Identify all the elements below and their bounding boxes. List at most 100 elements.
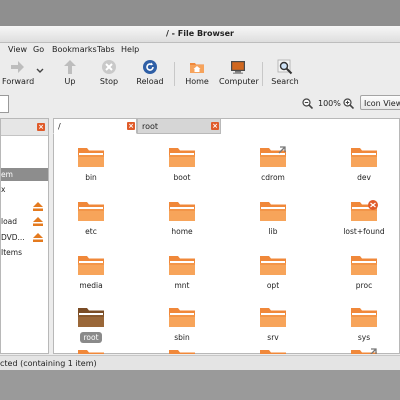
file-item[interactable]: mnt [152, 254, 212, 304]
folder-icon [260, 202, 286, 221]
computer-icon [231, 61, 245, 74]
window-title: / - File Browser [165, 29, 235, 38]
file-item[interactable]: media [61, 254, 121, 304]
file-name: sys [357, 333, 371, 342]
file-name: etc [85, 227, 97, 236]
file-item[interactable] [152, 348, 212, 354]
desktop-background [0, 370, 400, 400]
view-mode-value: Icon View [364, 99, 400, 108]
sidebar: × em x load DVD... Items [0, 118, 49, 354]
sidebar-item-filesystem[interactable]: em [1, 168, 48, 181]
menu-tabs[interactable]: Tabs [97, 45, 115, 54]
file-grid: bin boot cdrom dev etc home lib lost+found media… [53, 134, 400, 354]
folder-open-icon [78, 308, 104, 327]
file-item[interactable]: cdrom [243, 146, 303, 196]
file-name: proc [355, 281, 373, 290]
file-item[interactable]: lib [243, 200, 303, 250]
folder-icon [78, 202, 104, 221]
file-item[interactable]: opt [243, 254, 303, 304]
file-name: root [80, 332, 102, 343]
file-name: dev [357, 173, 371, 182]
folder-icon [260, 146, 286, 167]
file-item[interactable]: etc [61, 200, 121, 250]
forward-button[interactable]: Forward [2, 59, 35, 86]
sidebar-item-label: load [1, 217, 18, 226]
tab-label: root [142, 122, 159, 131]
sidebar-item-label: Items [1, 248, 22, 257]
stop-button[interactable]: Stop [94, 59, 124, 86]
tab-label: / [58, 122, 61, 131]
computer-button[interactable]: Computer [219, 59, 259, 86]
file-item[interactable] [334, 348, 394, 354]
sidebar-item-label: DVD... [1, 233, 25, 242]
close-icon[interactable]: × [127, 122, 135, 130]
sidebar-item-trash[interactable]: Items [1, 246, 48, 259]
reload-icon [143, 60, 157, 74]
forward-history-dropdown[interactable] [34, 67, 46, 76]
location-bar: 100% Icon View [0, 92, 400, 114]
folder-icon [260, 350, 286, 354]
file-item[interactable] [243, 348, 303, 354]
close-icon[interactable]: × [211, 122, 219, 130]
sidebar-header: × [1, 119, 48, 136]
file-name: bin [85, 173, 97, 182]
file-item[interactable]: bin [61, 146, 121, 196]
file-item[interactable] [61, 348, 121, 354]
eject-icon[interactable] [32, 232, 44, 243]
status-text: cted (containing 1 item) [0, 359, 97, 368]
file-item[interactable]: proc [334, 254, 394, 304]
reload-button[interactable]: Reload [134, 59, 166, 86]
tab-root-dir[interactable]: / × [53, 118, 137, 134]
sidebar-item-device[interactable]: x [1, 183, 48, 196]
path-button[interactable] [0, 95, 9, 113]
sidebar-item-dvd[interactable]: DVD... [1, 231, 48, 244]
tab-root-home[interactable]: root × [137, 118, 221, 134]
file-item[interactable]: dev [334, 146, 394, 196]
search-icon [277, 59, 293, 75]
menu-help[interactable]: Help [121, 45, 139, 54]
folder-icon [169, 202, 195, 221]
folder-icon [78, 350, 104, 354]
menu-view[interactable]: View [8, 45, 27, 54]
file-item[interactable]: lost+found [334, 200, 394, 250]
up-label: Up [64, 77, 76, 86]
folder-icon [169, 350, 195, 354]
file-item[interactable]: srv [243, 306, 303, 354]
close-icon[interactable]: × [37, 123, 45, 131]
chevron-down-icon [36, 68, 44, 73]
menu-bookmarks[interactable]: Bookmarks [52, 45, 97, 54]
file-name: cdrom [261, 173, 285, 182]
zoom-out-icon[interactable] [302, 98, 313, 109]
home-label: Home [185, 77, 209, 86]
view-mode-select[interactable]: Icon View [360, 95, 400, 110]
sidebar-item-download[interactable]: load [1, 215, 48, 228]
forward-label: Forward [2, 77, 35, 86]
arrow-up-icon [64, 60, 76, 74]
zoom-in-icon[interactable] [343, 98, 354, 109]
folder-icon [351, 200, 378, 221]
file-name: media [79, 281, 103, 290]
menu-go[interactable]: Go [33, 45, 44, 54]
folder-icon [351, 348, 377, 354]
sidebar-item-volume[interactable] [1, 200, 48, 213]
eject-icon[interactable] [32, 216, 44, 227]
search-label: Search [271, 77, 299, 86]
sidebar-item-label: x [1, 185, 6, 194]
file-item[interactable]: root [61, 306, 121, 354]
folder-icon [260, 256, 286, 275]
up-button[interactable]: Up [55, 59, 85, 86]
file-name: srv [267, 333, 279, 342]
home-folder-icon [190, 63, 204, 73]
file-item[interactable]: boot [152, 146, 212, 196]
file-item[interactable]: sbin [152, 306, 212, 354]
eject-icon[interactable] [32, 201, 44, 212]
folder-icon [78, 148, 104, 167]
folder-icon [169, 308, 195, 327]
toolbar-separator [174, 62, 175, 86]
title-bar[interactable]: / - File Browser [0, 26, 400, 43]
file-item[interactable]: sys [334, 306, 394, 354]
search-button[interactable]: Search [270, 59, 300, 86]
home-button[interactable]: Home [182, 59, 212, 86]
file-name: mnt [174, 281, 190, 290]
file-item[interactable]: home [152, 200, 212, 250]
